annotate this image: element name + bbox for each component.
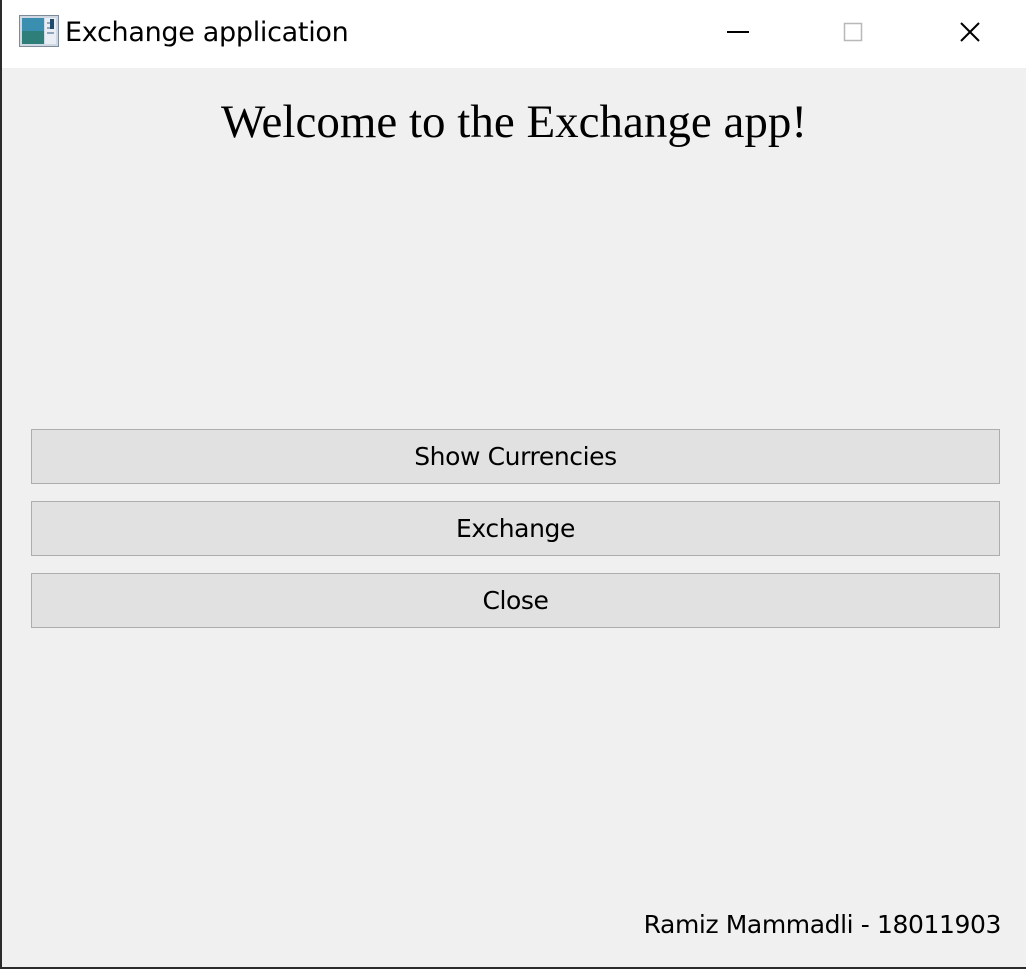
maximize-button[interactable]: [795, 0, 911, 68]
minimize-icon: [727, 21, 749, 47]
app-window: Exchange application Welcome to the Exch…: [0, 0, 1026, 969]
app-window-icon: [19, 15, 59, 47]
maximize-icon: [842, 21, 864, 47]
window-title: Exchange application: [65, 17, 349, 48]
welcome-heading: Welcome to the Exchange app!: [220, 96, 808, 148]
exchange-button[interactable]: Exchange: [31, 501, 1000, 556]
author-footer: Ramiz Mammadli - 18011903: [643, 910, 1002, 939]
title-bar[interactable]: Exchange application: [2, 0, 1026, 68]
minimize-button[interactable]: [680, 0, 796, 68]
close-icon: [959, 21, 981, 47]
window-close-button[interactable]: [912, 0, 1026, 68]
show-currencies-button[interactable]: Show Currencies: [31, 429, 1000, 484]
close-button[interactable]: Close: [31, 573, 1000, 628]
